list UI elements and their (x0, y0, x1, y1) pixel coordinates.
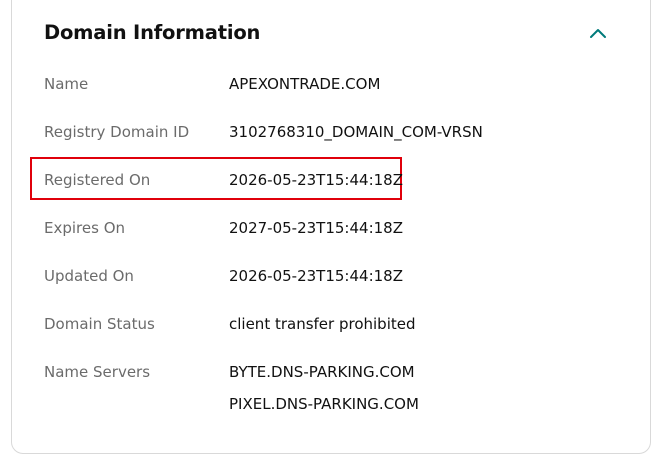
name-label: Name (44, 75, 89, 93)
name-servers-label: Name Servers (44, 363, 151, 381)
domain-status-label: Domain Status (44, 315, 155, 333)
registered-on-label: Registered On (44, 171, 151, 189)
expires-on-label: Expires On (44, 219, 126, 237)
expires-on-value: 2027-05-23T15:44:18Z (229, 219, 403, 237)
domain-status-value: client transfer prohibited (229, 315, 416, 333)
registry-domain-id-value: 3102768310_DOMAIN_COM-VRSN (229, 123, 483, 141)
section-title: Domain Information (44, 21, 261, 44)
name-server-2: PIXEL.DNS-PARKING.COM (229, 395, 419, 413)
chevron-up-icon (590, 29, 606, 38)
updated-on-label: Updated On (44, 267, 134, 285)
registry-domain-id-label: Registry Domain ID (44, 123, 190, 141)
collapse-button[interactable] (586, 22, 610, 44)
registered-on-value: 2026-05-23T15:44:18Z (229, 171, 403, 189)
name-value: APEXONTRADE.COM (229, 75, 381, 93)
updated-on-value: 2026-05-23T15:44:18Z (229, 267, 403, 285)
name-server-1: BYTE.DNS-PARKING.COM (229, 363, 415, 381)
